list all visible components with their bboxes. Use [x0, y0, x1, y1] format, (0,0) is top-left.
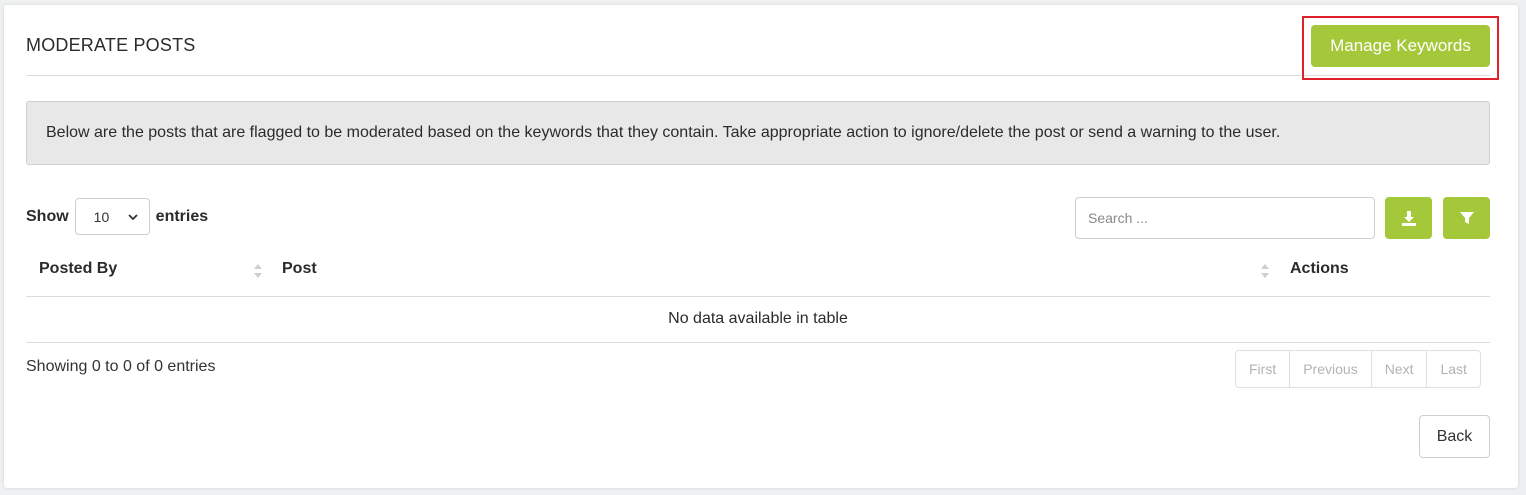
empty-table-message: No data available in table [668, 310, 848, 327]
filter-icon [1459, 212, 1474, 224]
page-title: MODERATE POSTS [26, 35, 196, 55]
header-divider [26, 75, 1490, 76]
column-header-posted-by[interactable]: Posted By [39, 260, 117, 278]
sort-icon[interactable] [253, 262, 263, 280]
download-button[interactable] [1385, 197, 1432, 239]
table-header-divider [26, 296, 1490, 297]
entries-length-control: Show 10 entries [26, 198, 208, 235]
table-info: Showing 0 to 0 of 0 entries [26, 358, 216, 375]
pagination: First Previous Next Last [1235, 350, 1481, 388]
notice-box: Below are the posts that are flagged to … [26, 101, 1490, 165]
entries-label: entries [155, 207, 209, 225]
chevron-down-icon [128, 213, 138, 220]
manage-keywords-button[interactable]: Manage Keywords [1311, 25, 1490, 67]
table-bottom-divider [26, 342, 1490, 343]
pagination-next[interactable]: Next [1372, 351, 1428, 387]
pagination-last[interactable]: Last [1427, 351, 1479, 387]
search-input[interactable] [1075, 197, 1375, 239]
back-button[interactable]: Back [1419, 415, 1490, 458]
download-icon [1401, 211, 1416, 226]
sort-icon[interactable] [1260, 262, 1270, 280]
pagination-first[interactable]: First [1236, 351, 1291, 387]
pagination-previous[interactable]: Previous [1290, 351, 1372, 387]
entries-select[interactable]: 10 [74, 198, 150, 235]
filter-button[interactable] [1443, 197, 1490, 239]
column-header-actions: Actions [1290, 260, 1349, 277]
show-label: Show [26, 207, 69, 225]
entries-select-value: 10 [93, 208, 110, 225]
column-header-post[interactable]: Post [282, 260, 317, 278]
moderate-posts-card [4, 5, 1518, 488]
